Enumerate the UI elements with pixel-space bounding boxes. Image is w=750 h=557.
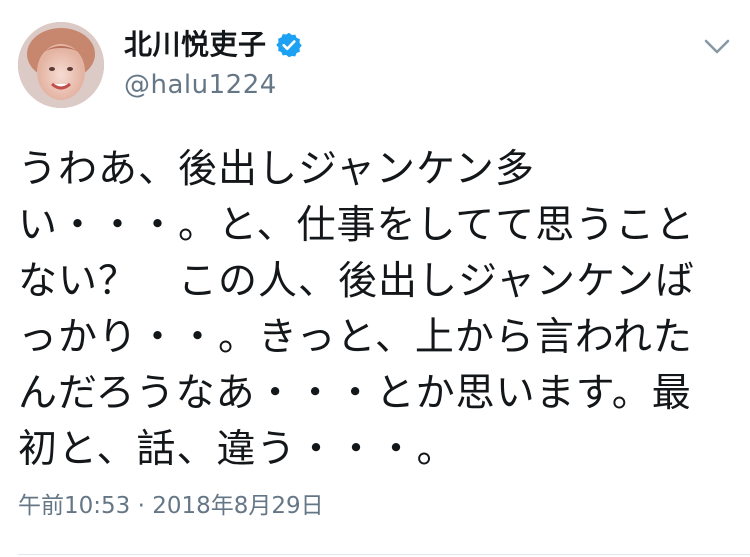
tweet-text-line: い・・・。と、仕事をしてて思うこと [18, 203, 696, 248]
chevron-down-icon[interactable] [704, 38, 730, 56]
tweet-date: 2018年8月29日 [152, 493, 324, 519]
divider [18, 554, 750, 555]
tweet-card: 北川悦吏子 @halu1224 うわあ、後出しジャンケン多 い・・・。と、仕事を… [0, 0, 750, 557]
tweet-timestamp[interactable]: 午前10:53 · 2018年8月29日 [18, 492, 324, 520]
tweet-text-line: んだろうなあ・・・とか思います。最 [18, 371, 692, 416]
meta-separator: · [130, 493, 153, 519]
tweet-time: 午前10:53 [18, 493, 131, 519]
tweet-text-line: うわあ、後出しジャンケン多 [18, 147, 535, 192]
tweet-text: うわあ、後出しジャンケン多 い・・・。と、仕事をしてて思うこと ない？ この人、… [18, 142, 708, 478]
user-handle[interactable]: @halu1224 [124, 70, 277, 100]
tweet-text-line: っかり・・。きっと、上から言われた [18, 315, 693, 360]
tweet-text-line: ない？ この人、後出しジャンケンば [18, 259, 695, 304]
avatar-photo [18, 22, 104, 108]
avatar[interactable] [18, 22, 104, 108]
display-name-text: 北川悦吏子 [124, 28, 267, 61]
verified-badge-icon [275, 31, 303, 59]
display-name[interactable]: 北川悦吏子 [124, 28, 303, 62]
tweet-text-line: 初と、話、違う・・・。 [18, 427, 457, 472]
